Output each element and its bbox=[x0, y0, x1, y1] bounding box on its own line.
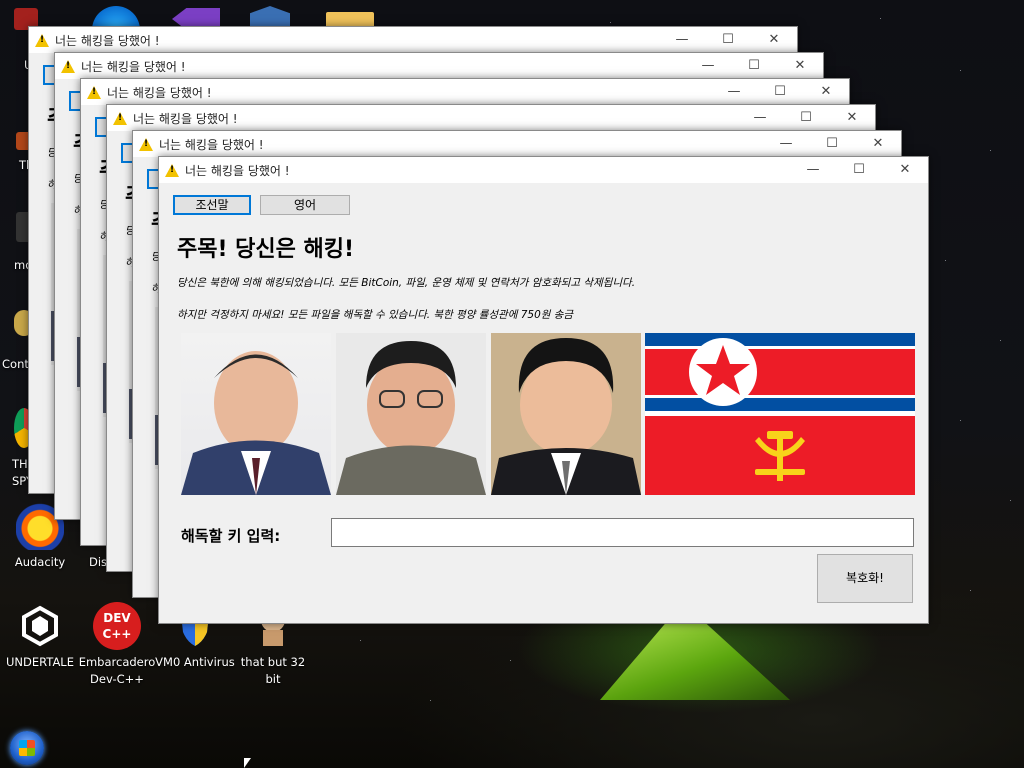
window-title: 너는 해킹을 당했어 ! bbox=[55, 33, 160, 48]
message-line-1: 당신은 북한에 의해 해킹되었습니다. 모든 BitCoin, 파일, 운영 체… bbox=[177, 277, 636, 289]
lang-korean-button[interactable]: 조선말 bbox=[173, 195, 251, 215]
title-bar[interactable]: 너는 해킹을 당했어 ! —☐✕ bbox=[29, 27, 797, 53]
key-label: 해독할 키 입력: bbox=[181, 527, 281, 545]
decrypt-key-input[interactable] bbox=[331, 518, 914, 547]
title-bar[interactable]: 너는 해킹을 당했어 ! —☐✕ bbox=[81, 79, 849, 105]
cursor-icon bbox=[244, 758, 251, 768]
title-bar[interactable]: 너는 해킹을 당했어 ! —☐✕ bbox=[133, 131, 901, 157]
start-button[interactable] bbox=[10, 731, 44, 765]
desktop-icon-label: VM0 Antivirus bbox=[155, 655, 235, 669]
window-title: 너는 해킹을 당했어 ! bbox=[81, 59, 186, 74]
window-title: 너는 해킹을 당했어 ! bbox=[159, 137, 264, 152]
minimize-button[interactable]: — bbox=[711, 79, 757, 105]
minimize-button[interactable]: — bbox=[763, 131, 809, 157]
warning-icon bbox=[61, 59, 75, 73]
maximize-button[interactable]: ☐ bbox=[783, 105, 829, 131]
window-title: 너는 해킹을 당했어 ! bbox=[133, 111, 238, 126]
close-button[interactable]: ✕ bbox=[751, 27, 797, 53]
title-bar[interactable]: 너는 해킹을 당했어 ! —☐✕ bbox=[55, 53, 823, 79]
title-bar[interactable]: 너는 해킹을 당했어 ! —☐✕ bbox=[107, 105, 875, 131]
maximize-button[interactable]: ☐ bbox=[705, 27, 751, 53]
decrypt-button[interactable]: 복호화! bbox=[817, 554, 913, 603]
start-orb-icon bbox=[19, 740, 35, 756]
close-button[interactable]: ✕ bbox=[829, 105, 875, 131]
lang-english-button[interactable]: 영어 bbox=[260, 195, 350, 215]
portrait-2 bbox=[336, 333, 486, 495]
flag-image bbox=[645, 333, 915, 495]
close-button[interactable]: ✕ bbox=[882, 157, 928, 183]
desktop-icon-label: UNDERTALE bbox=[6, 655, 74, 669]
maximize-button[interactable]: ☐ bbox=[731, 53, 777, 79]
title-bar[interactable]: 너는 해킹을 당했어 ! — ☐ ✕ bbox=[159, 157, 928, 183]
maximize-button[interactable]: ☐ bbox=[809, 131, 855, 157]
warning-icon bbox=[139, 137, 153, 151]
message-line-2: 하지만 걱정하지 마세요! 모든 파일을 해독할 수 있습니다. 북한 평양 률… bbox=[177, 309, 574, 321]
devcpp-icon: DEV C++ bbox=[93, 602, 141, 650]
desktop-icon-label: that but 32 bit bbox=[240, 655, 306, 686]
desktop-icon-label: Embarcadero Dev-C++ bbox=[78, 655, 156, 686]
portrait-1 bbox=[181, 333, 331, 495]
warning-icon bbox=[35, 33, 49, 47]
warning-icon bbox=[87, 85, 101, 99]
minimize-button[interactable]: — bbox=[737, 105, 783, 131]
close-button[interactable]: ✕ bbox=[777, 53, 823, 79]
desktop-icon-label[interactable]: Dis bbox=[89, 555, 107, 569]
minimize-button[interactable]: — bbox=[659, 27, 705, 53]
desktop-icon-undertale[interactable]: UNDERTALE bbox=[0, 602, 80, 671]
window-content: 조선말 영어 주목! 당신은 해킹! 당신은 북한에 의해 해킹되었습니다. 모… bbox=[159, 183, 928, 623]
unity-icon bbox=[16, 602, 64, 650]
headline: 주목! 당신은 해킹! bbox=[177, 237, 355, 262]
desktop-icon-devcpp[interactable]: DEV C++ Embarcadero Dev-C++ bbox=[77, 602, 157, 688]
portrait-3 bbox=[491, 333, 641, 495]
minimize-button[interactable]: — bbox=[790, 157, 836, 183]
maximize-button[interactable]: ☐ bbox=[836, 157, 882, 183]
warning-icon bbox=[113, 111, 127, 125]
tent-wallpaper bbox=[600, 622, 790, 700]
minimize-button[interactable]: — bbox=[685, 53, 731, 79]
close-button[interactable]: ✕ bbox=[803, 79, 849, 105]
warning-icon bbox=[165, 163, 179, 177]
ransom-window[interactable]: 너는 해킹을 당했어 ! — ☐ ✕ 조선말 영어 주목! 당신은 해킹! 당신… bbox=[158, 156, 929, 624]
desktop-icon-label: Audacity bbox=[14, 555, 66, 569]
close-button[interactable]: ✕ bbox=[855, 131, 901, 157]
window-title: 너는 해킹을 당했어 ! bbox=[107, 85, 212, 100]
window-title: 너는 해킹을 당했어 ! bbox=[185, 163, 290, 178]
maximize-button[interactable]: ☐ bbox=[757, 79, 803, 105]
